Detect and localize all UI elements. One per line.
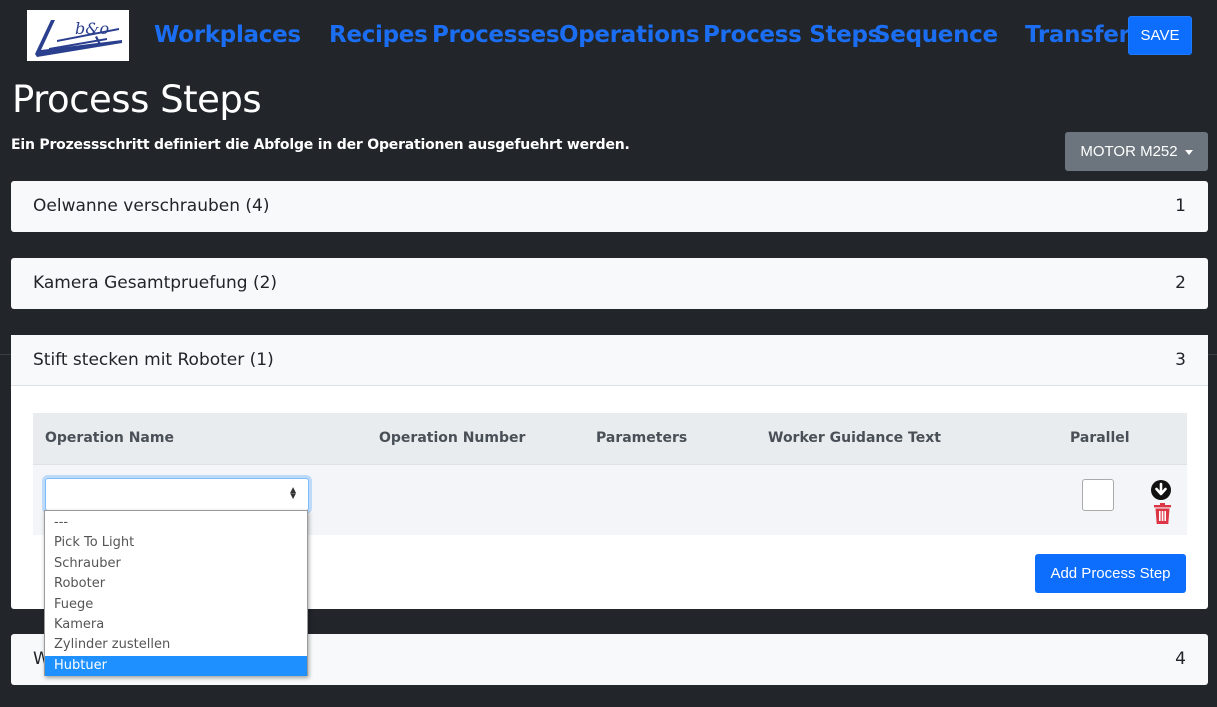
process-step-card[interactable]: Oelwanne verschrauben (4) 1 (11, 181, 1208, 232)
card-title: Kamera Gesamtpruefung (2) (33, 273, 278, 293)
process-step-card[interactable]: Kamera Gesamtpruefung (2) 2 (11, 258, 1208, 309)
operation-name-select[interactable]: ▲ ▼ (45, 478, 309, 511)
card-number: 3 (1175, 350, 1186, 370)
nav-transfer[interactable]: Transfer (1025, 22, 1130, 48)
arrow-circle-down-icon[interactable] (1151, 480, 1171, 500)
card-header[interactable]: Oelwanne verschrauben (4) 1 (11, 181, 1208, 231)
option-item[interactable]: Zylinder zustellen (45, 635, 307, 655)
motor-dropdown-button[interactable]: MOTOR M252 (1065, 132, 1208, 171)
option-item[interactable]: Kamera (45, 615, 307, 635)
option-item[interactable]: Schrauber (45, 554, 307, 574)
nav-recipes[interactable]: Recipes (329, 22, 428, 48)
nav-operations[interactable]: Operations (559, 22, 700, 48)
option-item[interactable]: --- (45, 513, 307, 533)
nav-workplaces[interactable]: Workplaces (154, 22, 301, 48)
option-item-highlighted[interactable]: Hubtuer (45, 655, 307, 677)
brand-logo[interactable]: b&o (27, 10, 129, 61)
table-header: Operation Name Operation Number Paramete… (33, 413, 1187, 465)
card-number: 2 (1175, 273, 1186, 293)
nav-sequence[interactable]: Sequence (874, 22, 998, 48)
card-title: Stift stecken mit Roboter (1) (33, 350, 274, 370)
option-item[interactable]: Roboter (45, 574, 307, 594)
option-item[interactable]: Fuege (45, 595, 307, 615)
trash-icon[interactable] (1154, 503, 1171, 524)
column-header-parallel: Parallel (1070, 430, 1130, 446)
save-button[interactable]: SAVE (1128, 16, 1192, 55)
card-number: 1 (1175, 196, 1186, 216)
page-subtitle: Ein Prozessschritt definiert die Abfolge… (11, 137, 630, 153)
logo-text: b&o (75, 19, 110, 38)
column-header-worker-guidance: Worker Guidance Text (768, 430, 941, 446)
card-header[interactable]: Kamera Gesamtpruefung (2) 2 (11, 258, 1208, 308)
card-title: Oelwanne verschrauben (4) (33, 196, 270, 216)
card-header[interactable]: Stift stecken mit Roboter (1) 3 (11, 335, 1208, 386)
parallel-checkbox[interactable] (1082, 479, 1114, 511)
column-header-parameters: Parameters (596, 430, 688, 446)
column-header-operation-number: Operation Number (379, 430, 526, 446)
add-process-step-button[interactable]: Add Process Step (1035, 554, 1186, 593)
operation-name-options: --- Pick To Light Schrauber Roboter Fueg… (44, 510, 308, 677)
select-arrows-icon: ▲ ▼ (288, 485, 298, 502)
nav-process-steps[interactable]: Process Steps (703, 22, 881, 48)
card-number: 4 (1175, 649, 1186, 669)
caret-down-icon (1184, 149, 1193, 155)
column-header-operation-name: Operation Name (45, 430, 174, 446)
option-item[interactable]: Pick To Light (45, 533, 307, 553)
nav-processes[interactable]: Processes (432, 22, 560, 48)
motor-dropdown-label: MOTOR M252 (1080, 143, 1178, 160)
page-title: Process Steps (12, 78, 262, 121)
